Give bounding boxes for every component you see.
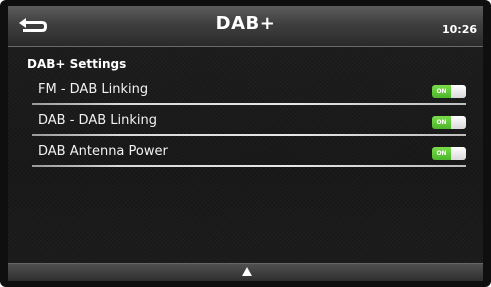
header-bar: DAB+ 10:26 [8,6,483,47]
toggle-on-label: ON [432,116,451,129]
setting-row-dab-antenna-power[interactable]: DAB Antenna Power ON [28,138,466,169]
toggle-on-label: ON [432,147,451,160]
scroll-up-button[interactable] [8,264,483,281]
toggle-knob [451,85,466,98]
toggle-knob [451,147,466,160]
dab-antenna-power-toggle[interactable]: ON [432,147,466,160]
setting-row-fm-dab-linking[interactable]: FM - DAB Linking ON [28,76,466,107]
setting-label: DAB Antenna Power [38,144,168,159]
triangle-up-icon [242,267,252,276]
row-divider [32,134,466,136]
fm-dab-linking-toggle[interactable]: ON [432,85,466,98]
toggle-on-label: ON [432,85,451,98]
settings-list: FM - DAB Linking ON DAB - DAB Linking ON… [28,76,466,169]
clock-time: 10:26 [441,23,477,36]
toggle-knob [451,116,466,129]
setting-label: FM - DAB Linking [38,82,149,97]
setting-label: DAB - DAB Linking [38,113,157,128]
display-bezel: DAB+ 10:26 DAB+ Settings FM - DAB Linkin… [0,0,491,287]
setting-row-dab-dab-linking[interactable]: DAB - DAB Linking ON [28,107,466,138]
row-divider [32,165,466,167]
dab-settings-screen: DAB+ 10:26 DAB+ Settings FM - DAB Linkin… [8,6,483,281]
row-divider [32,103,466,105]
page-title: DAB+ [215,13,276,34]
dab-dab-linking-toggle[interactable]: ON [432,116,466,129]
footer-bar [8,263,483,281]
section-heading: DAB+ Settings [27,57,127,71]
